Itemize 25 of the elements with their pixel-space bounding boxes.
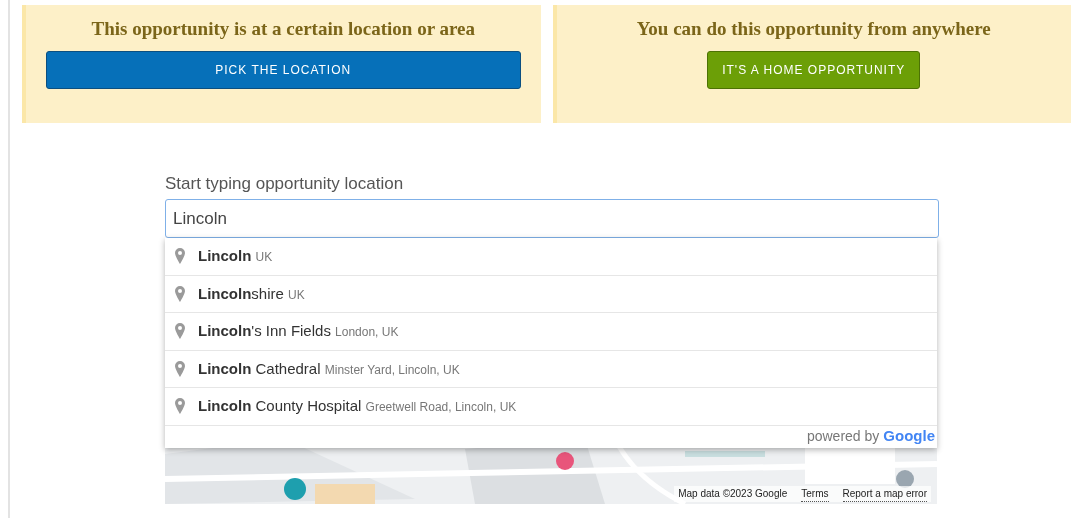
suggestion-item[interactable]: Lincoln County Hospital Greetwell Road, Lincoln, UK [165,388,937,426]
suggestion-item[interactable]: Lincolnshire UK [165,275,937,313]
location-field[interactable]: Lincoln [165,199,939,238]
location-pin-icon [175,248,185,265]
location-pin-icon [175,323,185,340]
location-pin-icon [175,285,185,302]
option-heading: This opportunity is at a certain location or area [91,17,475,41]
suggestion-text: Lincoln County Hospital Greetwell Road, Lincoln, UK [198,396,517,416]
suggestion-item[interactable]: Lincoln Cathedral Minster Yard, Lincoln, UK [165,350,937,388]
suggestion-item[interactable]: Lincoln's Inn Fields London, UK [165,313,937,351]
option-heading: You can do this opportunity from anywhere [636,17,991,41]
field-label: Start typing opportunity location [165,173,405,195]
map-data-text: Map data ©2023 Google [678,487,788,501]
suggestion-item[interactable]: Lincoln UK [165,238,937,276]
option-button[interactable]: PICK THE LOCATION [46,51,521,89]
location-pin-icon [175,360,185,377]
map-link[interactable]: Terms [801,486,829,502]
suggestion-text: Lincolnshire UK [198,283,305,304]
map-link[interactable]: Report a map error [842,486,927,502]
suggestion-text: Lincoln Cathedral Minster Yard, Lincoln, UK [198,358,460,379]
location-pin-icon [175,398,185,415]
attribution-logo: Google [883,426,935,447]
suggestion-text: Lincoln's Inn Fields London, UK [198,321,399,341]
suggestion-text: Lincoln UK [198,246,273,266]
attribution-text: powered by [806,427,880,446]
